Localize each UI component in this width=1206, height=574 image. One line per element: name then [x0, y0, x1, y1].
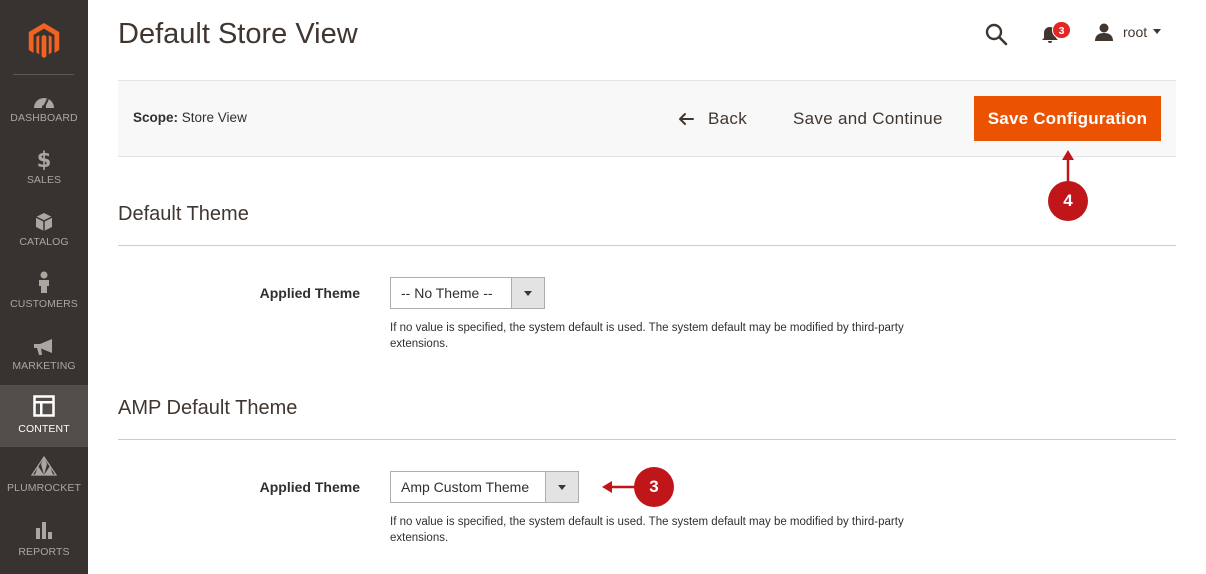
sidebar-item-customers[interactable]: CUSTOMERS	[0, 271, 88, 334]
sidebar-item-label: DASHBOARD	[10, 112, 78, 124]
sidebar-item-reports[interactable]: REPORTS	[0, 514, 88, 574]
section-title-default-theme: Default Theme	[118, 203, 249, 225]
scope-label: Scope:	[133, 110, 179, 125]
megaphone-icon	[0, 337, 88, 357]
back-button-label: Back	[708, 109, 747, 128]
save-configuration-button[interactable]: Save Configuration	[974, 96, 1161, 141]
sidebar-item-label: SALES	[26, 174, 62, 186]
chevron-down-icon	[545, 472, 578, 502]
box-icon	[0, 212, 88, 232]
section-divider	[118, 439, 1176, 440]
amp-applied-theme-label: Applied Theme	[259, 479, 360, 495]
callout-arrow-up	[1062, 150, 1074, 182]
sidebar-divider	[13, 74, 74, 75]
sidebar-item-label: MARKETING	[12, 360, 76, 372]
arrow-left-icon	[679, 113, 694, 125]
sidebar-item-plumrocket[interactable]: PLUMROCKET	[0, 452, 88, 514]
sidebar-item-label: CATALOG	[19, 236, 69, 248]
sidebar-item-label: PLUMROCKET	[7, 482, 81, 494]
dollar-icon: $	[36, 148, 52, 172]
callout-arrow-left	[602, 481, 636, 493]
amp-applied-theme-value: Amp Custom Theme	[401, 479, 530, 495]
back-button[interactable]: Back	[678, 107, 747, 131]
user-icon[interactable]	[1094, 22, 1114, 42]
person-icon	[0, 271, 88, 293]
sidebar-item-label: CONTENT	[18, 423, 70, 435]
section-divider	[118, 245, 1176, 246]
scope-value: Store View	[181, 110, 247, 125]
applied-theme-select[interactable]: -- No Theme --	[390, 277, 545, 309]
step-callout-4: 4	[1048, 181, 1088, 221]
search-icon[interactable]	[984, 22, 1008, 46]
applied-theme-label: Applied Theme	[259, 285, 360, 301]
sidebar-item-label: REPORTS	[18, 546, 70, 558]
plumrocket-icon	[0, 456, 88, 476]
sidebar-item-label: CUSTOMERS	[10, 298, 78, 310]
admin-sidebar: DASHBOARD $ SALES CATALOG CUSTOMERS MARK…	[0, 0, 88, 574]
sidebar-item-catalog[interactable]: CATALOG	[0, 210, 88, 272]
user-menu-name[interactable]: root	[1123, 24, 1147, 40]
step-callout-3: 3	[634, 467, 674, 507]
chevron-down-icon	[511, 278, 544, 308]
magento-logo-icon[interactable]	[26, 22, 62, 60]
scope-indicator: Scope: Store View	[133, 110, 247, 125]
sidebar-item-dashboard[interactable]: DASHBOARD	[0, 86, 88, 148]
applied-theme-note: If no value is specified, the system def…	[390, 322, 904, 350]
page-title: Default Store View	[118, 18, 358, 50]
amp-applied-theme-select[interactable]: Amp Custom Theme	[390, 471, 579, 503]
applied-theme-value: -- No Theme --	[401, 285, 493, 301]
sidebar-item-sales[interactable]: $ SALES	[0, 148, 88, 210]
section-title-amp-default-theme: AMP Default Theme	[118, 397, 298, 419]
notification-count-badge[interactable]: 3	[1052, 21, 1071, 39]
bar-chart-icon	[0, 520, 88, 540]
layout-icon	[0, 395, 88, 417]
chevron-down-icon[interactable]	[1153, 29, 1161, 34]
amp-applied-theme-note: If no value is specified, the system def…	[390, 516, 904, 544]
sidebar-item-content[interactable]: CONTENT	[0, 385, 88, 447]
save-and-continue-button[interactable]: Save and Continue	[793, 107, 943, 131]
page-actions-bar: Scope: Store View Back Save and Continue…	[118, 80, 1176, 157]
dashboard-icon	[0, 91, 88, 111]
